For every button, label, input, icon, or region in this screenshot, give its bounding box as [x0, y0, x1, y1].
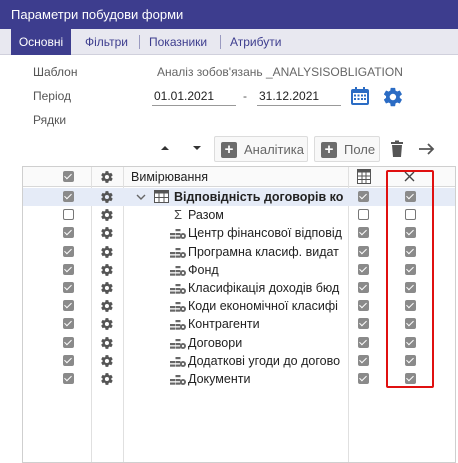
date-to-input[interactable]: 31.12.2021	[257, 86, 341, 106]
row-checkbox[interactable]	[63, 245, 74, 257]
template-label: Шаблон	[33, 65, 78, 79]
row-checkbox[interactable]	[63, 354, 74, 366]
period-label: Період	[33, 89, 72, 103]
row-checkbox[interactable]	[63, 318, 74, 330]
row-visible-checkbox[interactable]	[358, 245, 369, 257]
gear-icon[interactable]	[100, 299, 114, 313]
row-label: Документи	[188, 372, 251, 386]
row-label: Центр фінансової відповід	[188, 226, 342, 241]
dimension-icon	[170, 302, 186, 313]
sigma-icon: Σ	[174, 207, 183, 223]
row-visible-checkbox[interactable]	[358, 209, 369, 221]
row-visible-checkbox[interactable]	[358, 282, 369, 293]
column-settings-icon[interactable]	[357, 169, 371, 184]
gear-icon[interactable]	[100, 245, 114, 259]
add-analytics-button[interactable]: + Аналітика	[214, 136, 308, 162]
select-all-checkbox[interactable]	[63, 171, 74, 182]
row-label: Коди економічної класифі	[188, 299, 338, 314]
gear-icon[interactable]	[100, 208, 114, 222]
date-from-input[interactable]: 01.01.2021	[152, 86, 236, 106]
tab-separator	[220, 35, 221, 49]
plus-icon: +	[321, 142, 337, 158]
row-visible-checkbox[interactable]	[358, 191, 369, 202]
gear-icon[interactable]	[100, 226, 114, 240]
row-visible-checkbox[interactable]	[358, 373, 369, 384]
highlight-box	[386, 170, 434, 388]
gear-icon[interactable]	[100, 354, 114, 368]
row-checkbox[interactable]	[63, 300, 74, 312]
row-label: Додаткові угоди до догово	[188, 353, 341, 368]
trash-icon[interactable]	[389, 140, 405, 158]
plus-icon: +	[221, 142, 237, 158]
row-label: Контрагенти	[188, 317, 260, 332]
table-icon	[154, 190, 169, 203]
column-header-dimensions: Вимірювання	[131, 170, 209, 184]
row-checkbox[interactable]	[63, 263, 74, 275]
arrow-right-icon[interactable]	[418, 141, 436, 157]
row-checkbox[interactable]	[63, 227, 74, 239]
tab-attributes[interactable]: Атрибути	[230, 29, 281, 55]
gear-icon[interactable]	[100, 281, 114, 295]
dimension-icon	[170, 265, 186, 276]
row-label: Програмна класиф. видат	[188, 244, 339, 259]
row-visible-checkbox[interactable]	[358, 227, 369, 239]
add-field-button[interactable]: + Поле	[314, 136, 380, 162]
row-label: Разом	[188, 208, 224, 223]
gear-icon[interactable]	[100, 190, 114, 204]
dimension-icon	[170, 229, 186, 240]
dimension-icon	[170, 247, 186, 258]
template-value: Аналіз зобов'язань _ANALYSISOBLIGATION	[157, 65, 403, 79]
dimension-icon	[170, 356, 186, 367]
row-checkbox[interactable]	[63, 191, 74, 202]
tab-filters[interactable]: Фільтри	[85, 29, 128, 55]
tab-main[interactable]: Основні	[11, 29, 71, 55]
row-label: Відповідність договорів кош	[174, 190, 344, 204]
row-label: Фонд	[188, 262, 219, 277]
chevron-down-icon[interactable]	[136, 192, 146, 202]
row-visible-checkbox[interactable]	[358, 263, 369, 275]
row-checkbox[interactable]	[63, 282, 74, 293]
gear-icon[interactable]	[100, 263, 114, 277]
row-label: Класифікація доходів бюд	[188, 281, 340, 295]
tab-bar: Основні Фільтри Показники Атрибути	[0, 29, 458, 55]
calendar-icon[interactable]	[350, 86, 370, 106]
rows-label: Рядки	[33, 113, 67, 127]
tab-indicators[interactable]: Показники	[149, 29, 207, 55]
gear-icon[interactable]	[100, 372, 114, 386]
window-title: Параметри побудови форми	[0, 0, 458, 29]
row-visible-checkbox[interactable]	[358, 300, 369, 312]
gear-icon[interactable]	[382, 86, 404, 108]
dimension-icon	[170, 284, 186, 294]
gear-icon[interactable]	[100, 336, 114, 350]
row-checkbox[interactable]	[63, 336, 74, 348]
gear-icon[interactable]	[100, 317, 114, 331]
add-field-label: Поле	[344, 142, 376, 157]
dimension-icon	[170, 338, 186, 349]
add-analytics-label: Аналітика	[244, 142, 304, 157]
date-separator: -	[243, 89, 247, 103]
row-visible-checkbox[interactable]	[358, 354, 369, 366]
tab-separator	[139, 35, 140, 49]
dimension-icon	[170, 320, 186, 331]
row-checkbox[interactable]	[63, 209, 74, 221]
row-label: Договори	[188, 335, 243, 350]
dimension-icon	[170, 375, 186, 385]
row-checkbox[interactable]	[63, 373, 74, 384]
move-down-icon[interactable]	[190, 141, 204, 155]
move-up-icon[interactable]	[158, 141, 172, 155]
row-visible-checkbox[interactable]	[358, 336, 369, 348]
gear-icon	[101, 171, 113, 183]
row-visible-checkbox[interactable]	[358, 318, 369, 330]
